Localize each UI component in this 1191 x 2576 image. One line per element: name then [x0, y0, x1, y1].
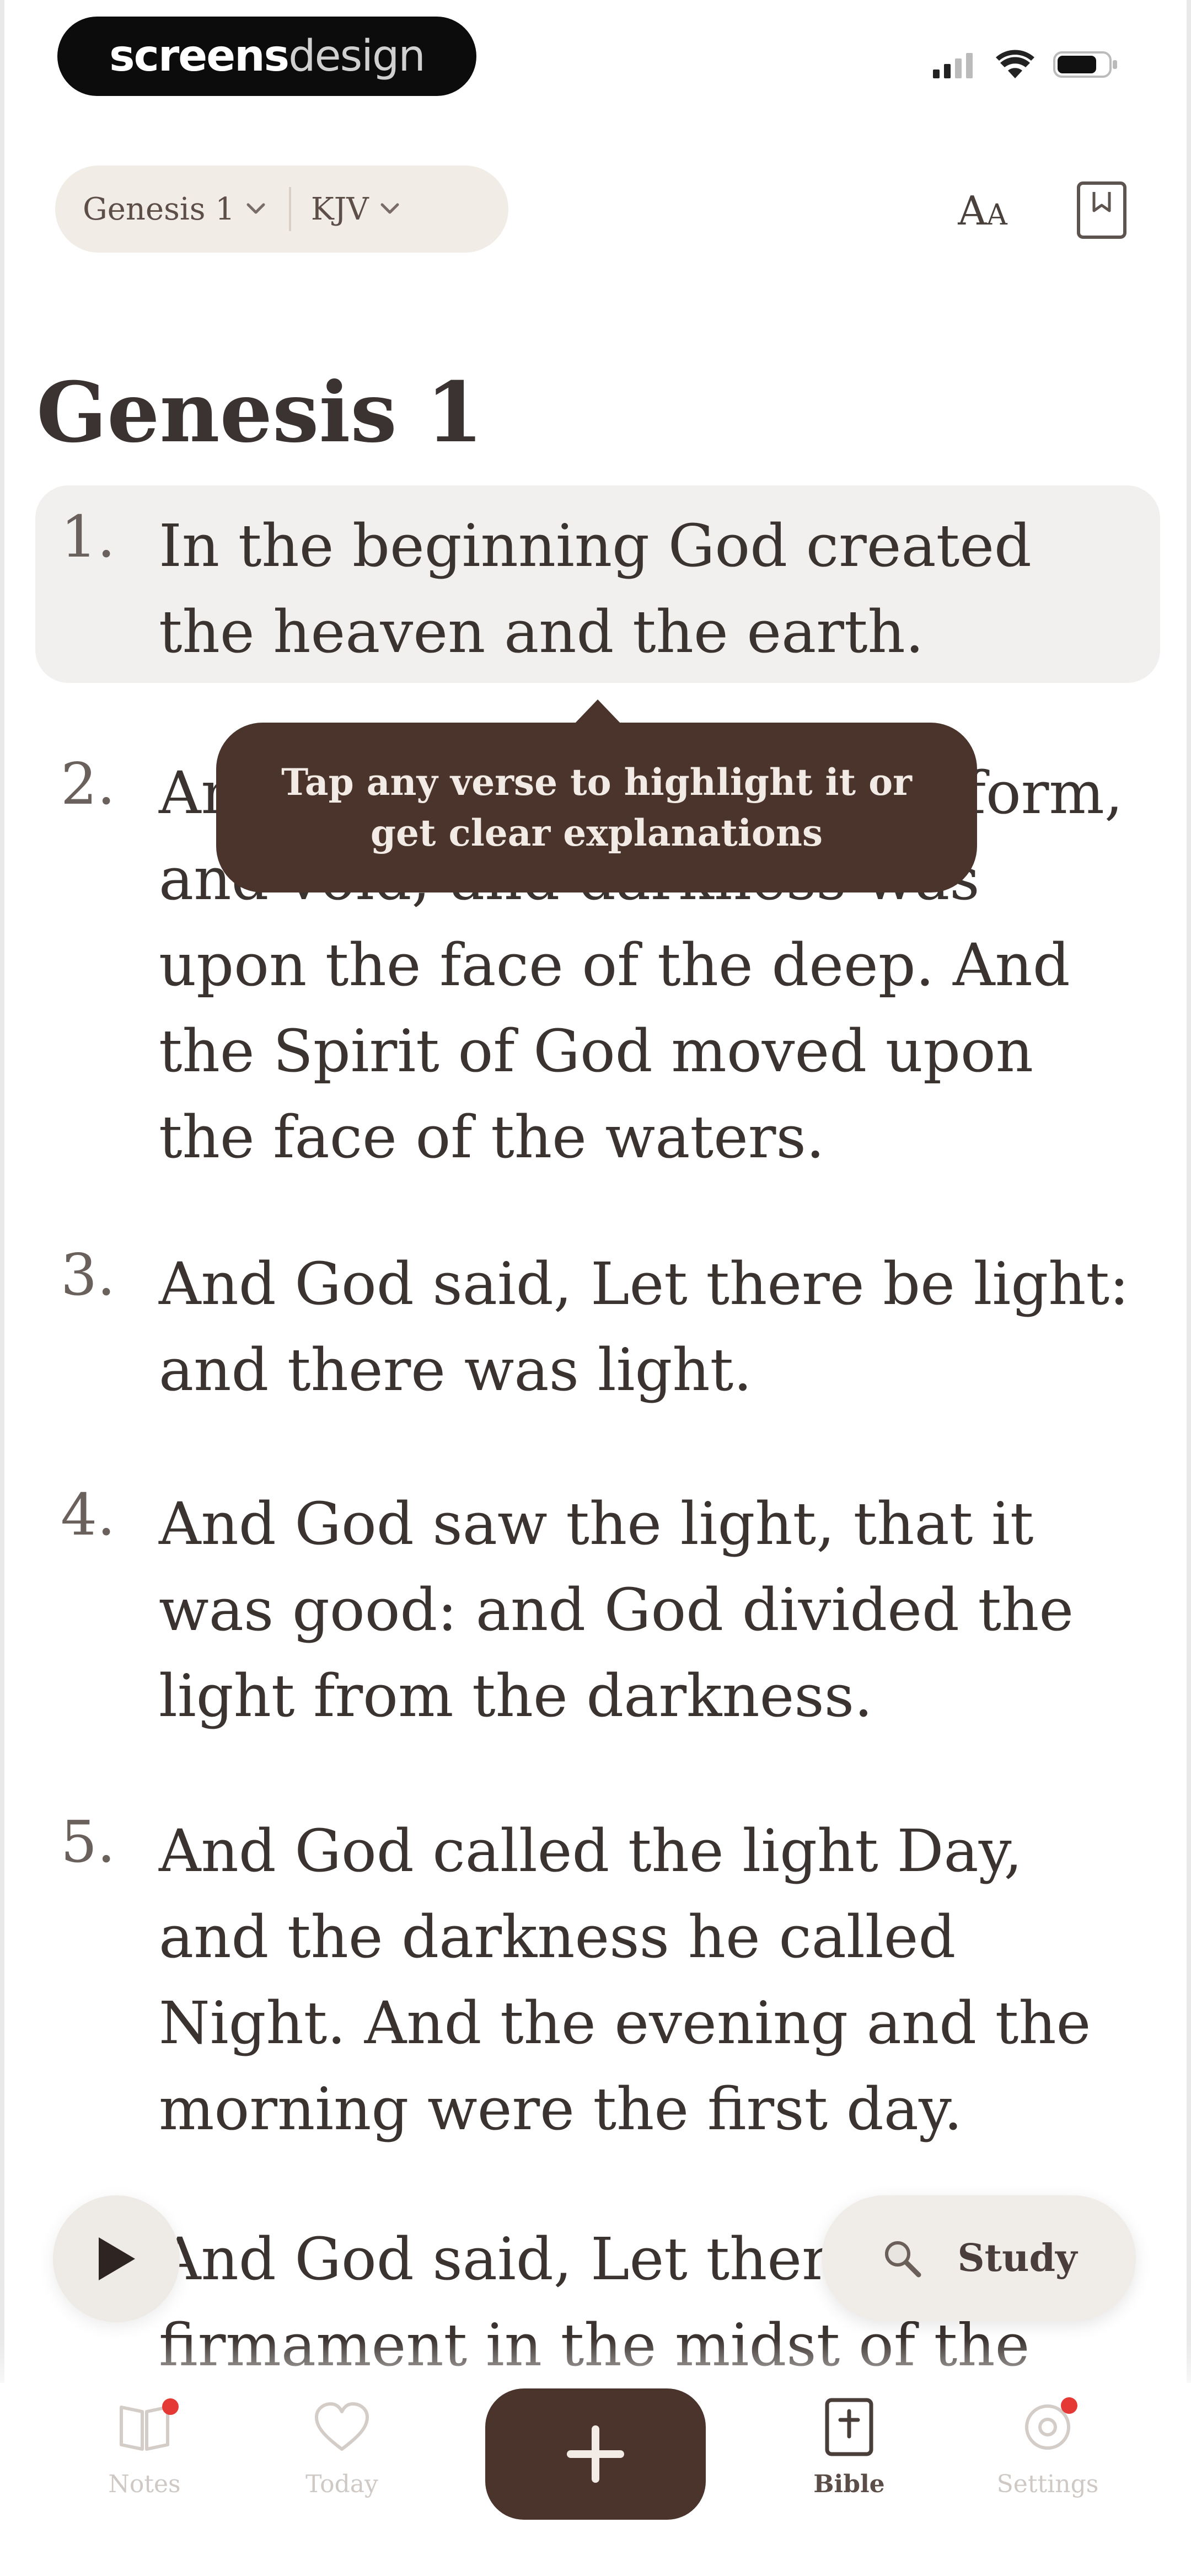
version-selector[interactable]: KJV: [311, 191, 401, 227]
verse-4[interactable]: 4. And God saw the light, that it was go…: [0, 1481, 1191, 1740]
chapter-title: Genesis 1: [36, 364, 484, 461]
cellular-signal-icon: [933, 53, 973, 78]
selector-divider: [288, 187, 291, 231]
tab-label: Settings: [996, 2470, 1099, 2498]
verse-line: And God said, Let there be light:: [159, 1250, 1129, 1318]
tab-notes[interactable]: Notes: [62, 2394, 227, 2515]
verse-line: and there was light.: [159, 1336, 752, 1404]
brand-logo-bold: screens: [109, 31, 289, 81]
font-size-icon-large: A: [958, 188, 987, 234]
bible-reader-screen: screens design Genesis 1 KJV A A Genesis…: [0, 0, 1191, 2576]
verse-3[interactable]: 3. And God said, Let there be light: and…: [0, 1241, 1191, 1418]
bookmark-icon: [1077, 181, 1126, 239]
onboarding-tooltip[interactable]: Tap any verse to highlight it or get cle…: [216, 723, 977, 892]
verse-number: 2.: [61, 750, 116, 817]
verse-number: 1.: [61, 503, 116, 570]
play-audio-button[interactable]: [53, 2195, 180, 2322]
book-chapter-label: Genesis 1: [83, 191, 235, 227]
notification-dot: [162, 2398, 179, 2415]
verse-line: In the beginning God created: [159, 512, 1032, 580]
study-label: Study: [957, 2236, 1077, 2280]
verse-line: light from the darkness.: [159, 1662, 873, 1730]
heart-icon: [309, 2394, 375, 2460]
verse-1[interactable]: 1. In the beginning God created the heav…: [0, 503, 1191, 680]
tab-label: Bible: [813, 2470, 885, 2498]
verse-number: 4.: [61, 1481, 116, 1548]
version-label: KJV: [310, 191, 369, 227]
verse-line: was good: and God divided the: [159, 1576, 1074, 1644]
verse-line: the face of the waters.: [159, 1103, 825, 1171]
brand-logo: screens design: [57, 17, 476, 96]
verse-line: And God called the light Day,: [159, 1817, 1023, 1885]
reference-selector: Genesis 1 KJV: [55, 165, 508, 253]
verse-line: And God saw the light, that it: [159, 1490, 1034, 1558]
notification-dot: [1061, 2397, 1077, 2414]
tab-today[interactable]: Today: [259, 2394, 425, 2515]
verse-text: And God called the light Day, and the da…: [159, 1808, 1162, 2152]
tooltip-line: get clear explanations: [370, 811, 823, 854]
tooltip-arrow: [573, 699, 622, 725]
verse-number: 3.: [61, 1241, 116, 1308]
status-icons: [933, 45, 1119, 84]
add-button[interactable]: [485, 2388, 706, 2520]
tab-label: Today: [305, 2470, 378, 2498]
book-chapter-selector[interactable]: Genesis 1: [83, 191, 267, 227]
settings-icon: [1015, 2394, 1081, 2460]
verse-text: In the beginning God created the heaven …: [159, 503, 1162, 675]
verse-text: And God said, Let there be light: and th…: [159, 1241, 1162, 1413]
verse-line: and the darkness he called: [159, 1903, 956, 1971]
brand-logo-light: design: [288, 31, 426, 81]
notes-icon: [111, 2394, 179, 2460]
wifi-icon: [996, 50, 1034, 78]
verse-line: morning were the first day.: [159, 2075, 963, 2143]
verse-text: And God saw the light, that it was good:…: [159, 1481, 1162, 1739]
study-button[interactable]: Study: [822, 2195, 1136, 2321]
font-size-icon-small: A: [986, 199, 1007, 232]
verse-line: the Spirit of God moved upon: [159, 1017, 1034, 1085]
battery-icon: [1053, 51, 1117, 78]
verse-line: upon the face of the deep. And: [159, 931, 1070, 999]
chevron-down-icon: [246, 203, 265, 214]
tooltip-line: Tap any verse to highlight it or: [281, 761, 912, 804]
chevron-down-icon: [380, 203, 399, 214]
tab-bible[interactable]: Bible: [766, 2394, 932, 2515]
verse-number: 5.: [61, 1808, 116, 1875]
font-size-button[interactable]: AA: [949, 188, 1016, 243]
verse-5[interactable]: 5. And God called the light Day, and the…: [0, 1808, 1191, 2156]
tab-label: Notes: [108, 2470, 181, 2498]
play-icon: [99, 2237, 135, 2280]
search-icon: [885, 2241, 921, 2278]
tab-settings[interactable]: Settings: [965, 2394, 1130, 2515]
bookmark-button[interactable]: [1075, 180, 1128, 241]
verse-line: the heaven and the earth.: [159, 598, 924, 666]
verse-line: Night. And the evening and the: [159, 1989, 1091, 2057]
plus-icon: [567, 2425, 624, 2483]
bible-icon: [816, 2394, 882, 2460]
